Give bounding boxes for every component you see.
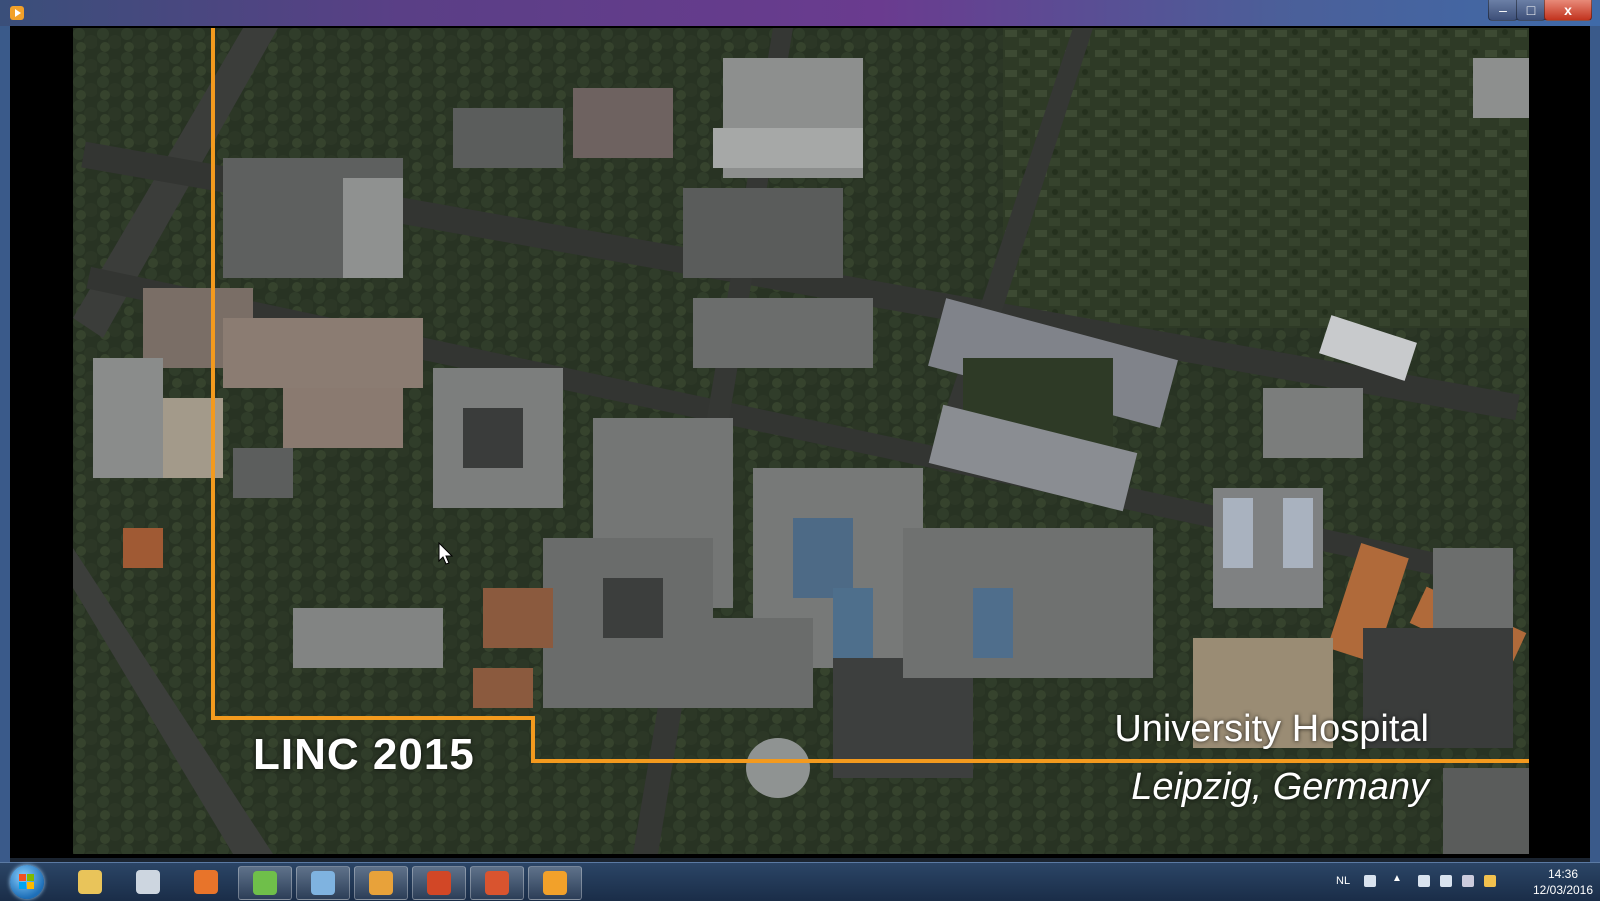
keyboard-icon[interactable] xyxy=(1364,875,1376,887)
firefox-icon xyxy=(194,870,218,894)
taskbar-button-calculator[interactable] xyxy=(122,866,174,898)
clock-time: 14:36 xyxy=(1547,867,1579,881)
close-button[interactable]: x xyxy=(1544,0,1592,21)
action-center-icon[interactable] xyxy=(1418,875,1430,887)
media-player-app-icon[interactable] xyxy=(10,6,24,20)
explorer-icon xyxy=(78,870,102,894)
aerial-map-image: LINC 2015 University Hospital Leipzig, G… xyxy=(73,28,1529,854)
video-viewport[interactable]: LINC 2015 University Hospital Leipzig, G… xyxy=(10,26,1590,858)
mouse-cursor-icon xyxy=(438,542,454,565)
taskbar-button-explorer[interactable] xyxy=(64,866,116,898)
clock-date: 12/03/2016 xyxy=(1532,883,1594,897)
network-icon[interactable] xyxy=(1484,875,1496,887)
powerpoint-icon xyxy=(427,871,451,895)
image-viewer-icon xyxy=(311,871,335,895)
taskbar-button-image-viewer[interactable] xyxy=(296,866,350,900)
window-frame-right xyxy=(1590,26,1600,862)
show-hidden-icons-icon[interactable]: ▲ xyxy=(1392,873,1402,884)
taskbar-button-media-player[interactable] xyxy=(528,866,582,900)
system-tray: NL ▲ 14:36 12/03/2016 xyxy=(1330,863,1600,901)
power-icon[interactable] xyxy=(1440,875,1452,887)
minimize-button[interactable]: – xyxy=(1488,0,1518,21)
paint-icon xyxy=(369,871,393,895)
language-indicator[interactable]: NL xyxy=(1336,875,1350,887)
location-line-2: Leipzig, Germany xyxy=(1131,766,1429,808)
title-bar[interactable]: – □ x xyxy=(0,0,1600,26)
taskbar-button-presenter[interactable] xyxy=(470,866,524,900)
presenter-icon xyxy=(485,871,509,895)
taskbar-button-powerpoint[interactable] xyxy=(412,866,466,900)
windows-logo-icon xyxy=(19,874,35,890)
taskbar-button-archive[interactable] xyxy=(238,866,292,900)
presentation-window: – □ x LINC 2015 University Hospital Leip… xyxy=(0,0,1600,862)
archive-icon xyxy=(253,871,277,895)
taskbar-button-paint[interactable] xyxy=(354,866,408,900)
calculator-icon xyxy=(136,870,160,894)
window-frame-left xyxy=(0,26,10,862)
media-player-icon xyxy=(543,871,567,895)
slide-title: LINC 2015 xyxy=(253,730,475,779)
system-clock[interactable]: 14:36 12/03/2016 xyxy=(1530,866,1596,898)
taskbar: NL ▲ 14:36 12/03/2016 xyxy=(0,862,1600,901)
maximize-button[interactable]: □ xyxy=(1516,0,1546,21)
volume-icon[interactable] xyxy=(1462,875,1474,887)
location-line-1: University Hospital xyxy=(1114,708,1429,750)
start-button[interactable] xyxy=(10,865,44,899)
taskbar-button-firefox[interactable] xyxy=(180,866,232,898)
